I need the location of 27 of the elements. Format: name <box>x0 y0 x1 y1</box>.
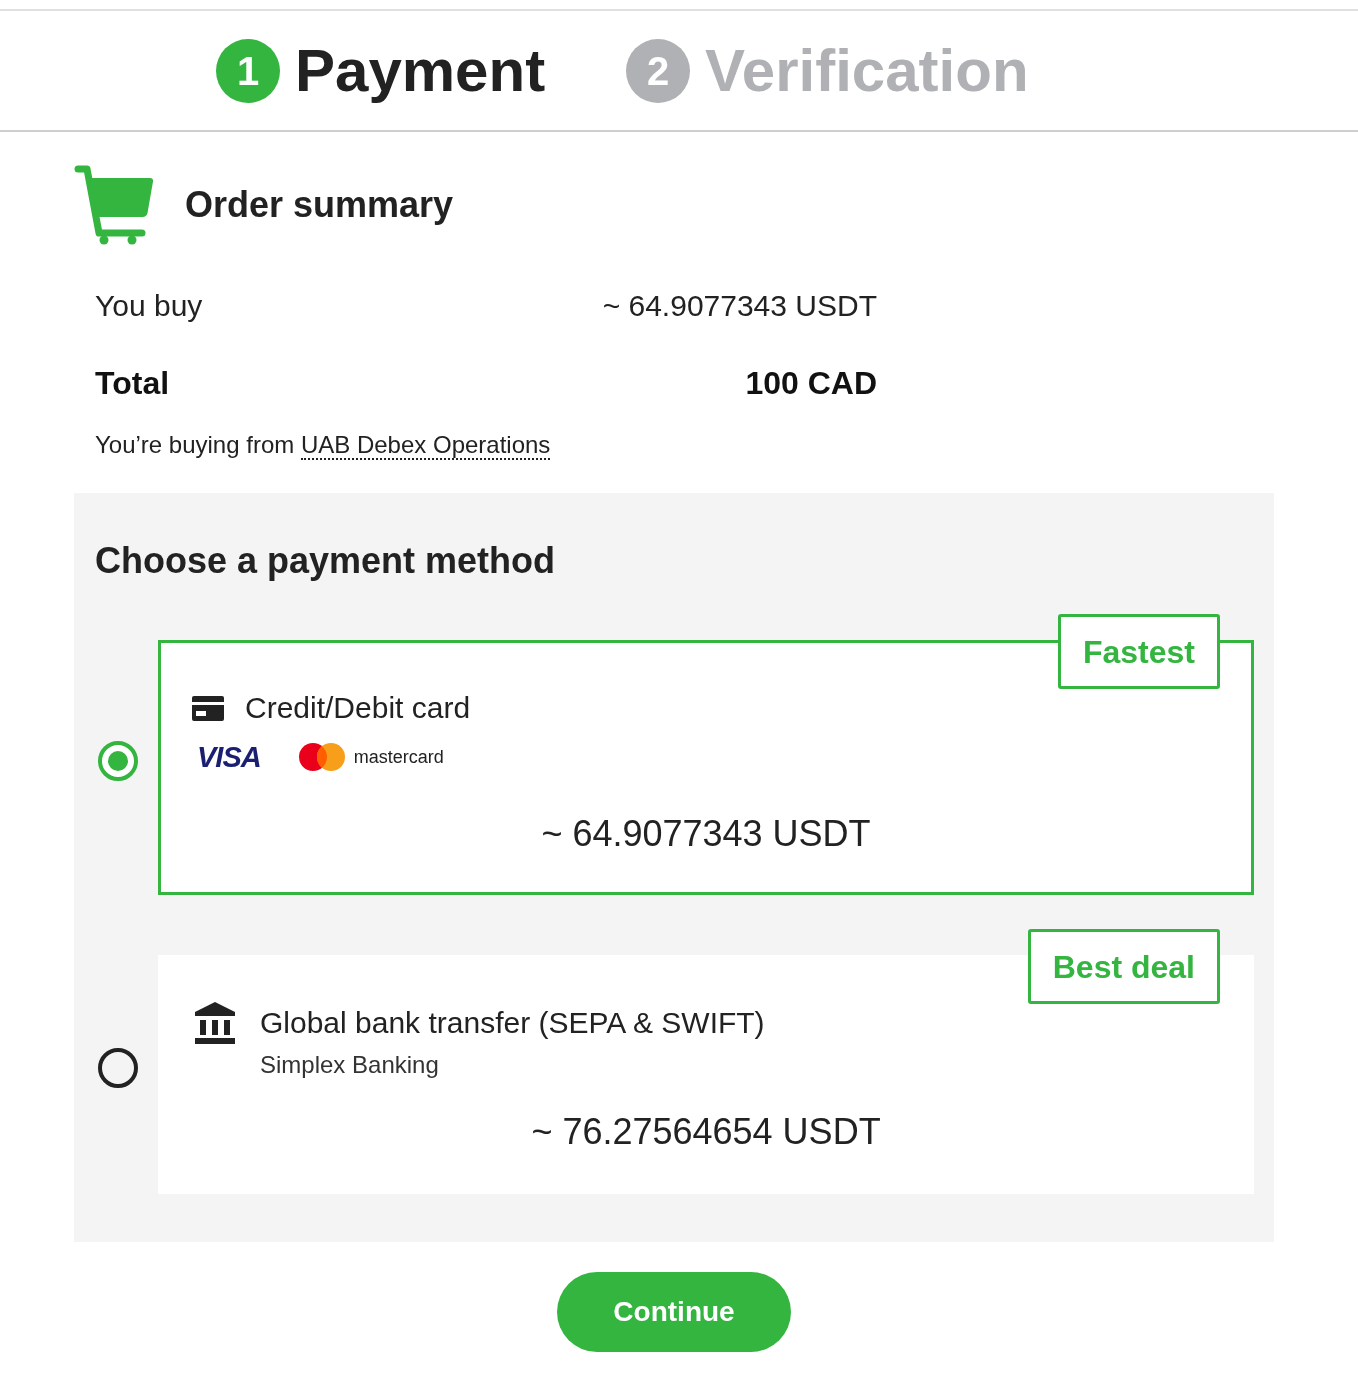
option-subtitle: Simplex Banking <box>260 1050 439 1080</box>
summary-value: ~ 64.9077343 USDT <box>602 287 877 324</box>
payment-method-title: Choose a payment method <box>95 539 556 583</box>
summary-value: 100 CAD <box>745 364 877 403</box>
summary-label: You buy <box>95 287 203 324</box>
option-label: Global bank transfer (SEPA & SWIFT) <box>260 1005 765 1041</box>
seller-note: You’re buying from UAB Debex Operations <box>95 430 551 460</box>
bank-building-icon <box>195 1002 235 1044</box>
summary-label: Total <box>95 364 170 403</box>
shopping-cart-icon <box>74 165 154 245</box>
step-number-badge: 2 <box>626 38 691 103</box>
radio-button[interactable] <box>98 740 138 781</box>
option-amount: ~ 76.27564654 USDT <box>531 1110 881 1154</box>
option-amount: ~ 64.9077343 USDT <box>541 812 871 856</box>
option-label: Credit/Debit card <box>245 690 471 726</box>
mastercard-logo-text: mastercard <box>353 746 444 769</box>
step-number-badge: 1 <box>216 38 280 103</box>
overlapping-circles-icon <box>298 743 345 771</box>
order-summary-title: Order summary <box>185 183 454 227</box>
option-badge: Fastest <box>1057 614 1220 689</box>
credit-card-icon <box>192 695 224 721</box>
step-label: Payment <box>295 35 546 106</box>
visa-logo: VISA <box>197 742 261 772</box>
radio-button[interactable] <box>98 1047 138 1088</box>
step-label: Verification <box>705 35 1029 106</box>
seller-link[interactable]: UAB Debex Operations <box>300 431 551 460</box>
option-badge: Best deal <box>1027 929 1220 1004</box>
